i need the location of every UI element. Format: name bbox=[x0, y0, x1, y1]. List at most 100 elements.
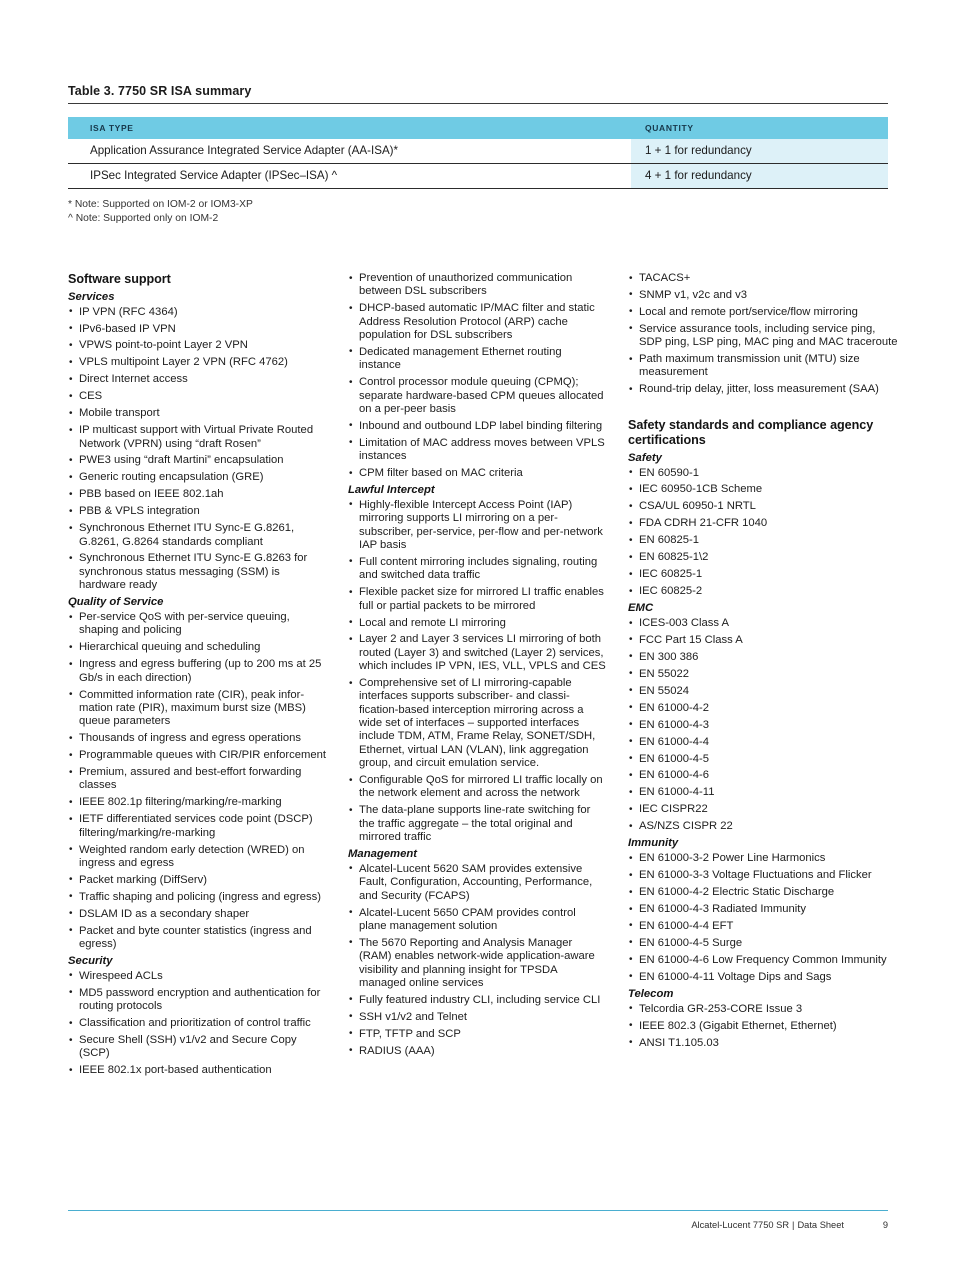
list-item: FCC Part 15 Class A bbox=[628, 633, 898, 651]
list-item: EN 300 386 bbox=[628, 650, 898, 668]
list-item: Prevention of unauthorized communication… bbox=[348, 271, 606, 302]
table-notes: * Note: Supported on IOM-2 or IOM3-XP ^ … bbox=[68, 198, 888, 225]
list-item: IEC 60950-1CB Scheme bbox=[628, 483, 898, 500]
section-heading-safety-standards: Safety standards and compliance agency c… bbox=[628, 418, 874, 447]
list-item: AS/NZS CISPR 22 bbox=[628, 820, 898, 837]
list-item: EN 60590-1 bbox=[628, 466, 898, 484]
list-item: Secure Shell (SSH) v1/v2 and Secure Copy… bbox=[68, 1034, 326, 1064]
list-item: DHCP-based automatic IP/MAC filter and s… bbox=[348, 302, 606, 346]
group-telecom: Telecom Telcordia GR-253-CORE Issue 3 IE… bbox=[628, 988, 898, 1054]
list-item: IEC 60825-2 bbox=[628, 585, 898, 602]
list-item: SNMP v1, v2c and v3 bbox=[628, 288, 898, 306]
list-item: Path maximum transmission unit (MTU) siz… bbox=[628, 353, 898, 383]
list-item: Full content mirroring includes signalin… bbox=[348, 555, 606, 586]
list-item: Alcatel-Lucent 5650 CPAM provides contro… bbox=[348, 906, 606, 937]
footer-document-name: Alcatel-Lucent 7750 SR bbox=[691, 1220, 790, 1230]
cell-isa-type: IPSec Integrated Service Adapter (IPSec–… bbox=[68, 163, 631, 189]
list-item: IEEE 802.1p filtering/marking/re-marking bbox=[68, 796, 326, 813]
list-item: Highly-flexible Intercept Access Point (… bbox=[348, 498, 606, 556]
list-item: RADIUS (AAA) bbox=[348, 1044, 606, 1062]
list-item: EN 61000-4-5 bbox=[628, 752, 898, 770]
list-item: Hierarchical queuing and scheduling bbox=[68, 641, 326, 658]
list-item: The data-plane supports line-rate switch… bbox=[348, 804, 606, 848]
list-item: IETF differentiated services code point … bbox=[68, 813, 326, 843]
list-telecom: Telcordia GR-253-CORE Issue 3 IEEE 802.3… bbox=[628, 1002, 898, 1054]
subheading-services: Services bbox=[68, 290, 115, 303]
list-item: Alcatel-Lucent 5620 SAM provides extensi… bbox=[348, 862, 606, 907]
list-item: Control processor module queuing (CPMQ);… bbox=[348, 376, 606, 420]
list-item: EN 61000-4-11 bbox=[628, 786, 898, 803]
table-header-row: ISA TYPE QUANTITY bbox=[68, 117, 888, 139]
list-item: IEEE 802.3 (Gigabit Ethernet, Ethernet) bbox=[628, 1019, 898, 1037]
list-item: EN 61000-3-3 Voltage Fluctuations and Fl… bbox=[628, 869, 898, 886]
list-item: EN 55024 bbox=[628, 684, 898, 702]
list-management: Alcatel-Lucent 5620 SAM provides extensi… bbox=[348, 862, 606, 1062]
list-item: ANSI T1.105.03 bbox=[628, 1036, 898, 1054]
subheading-quality-of-service: Quality of Service bbox=[68, 596, 164, 609]
list-item: Weighted random early detection (WRED) o… bbox=[68, 843, 326, 874]
list-item: EN 60825-1 bbox=[628, 534, 898, 551]
list-item: Layer 2 and Layer 3 services LI mirrorin… bbox=[348, 633, 606, 677]
group-quality-of-service: Quality of Service Per-service QoS with … bbox=[68, 596, 326, 955]
cell-quantity: 1 + 1 for redundancy bbox=[631, 139, 888, 164]
list-item: VPLS multipoint Layer 2 VPN (RFC 4762) bbox=[68, 356, 326, 373]
list-item: Packet marking (DiffServ) bbox=[68, 873, 326, 891]
list-immunity: EN 61000-3-2 Power Line Harmonics EN 610… bbox=[628, 852, 898, 988]
page-footer: Alcatel-Lucent 7750 SR | Data Sheet 9 bbox=[68, 1210, 888, 1230]
list-security: Wirespeed ACLs MD5 password encryption a… bbox=[68, 969, 326, 1081]
list-item: Mobile transport bbox=[68, 407, 326, 424]
group-management: Management Alcatel-Lucent 5620 SAM provi… bbox=[348, 848, 606, 1062]
list-emc: ICES-003 Class A FCC Part 15 Class A EN … bbox=[628, 617, 898, 837]
cell-quantity: 4 + 1 for redundancy bbox=[631, 163, 888, 189]
list-item: FDA CDRH 21-CFR 1040 bbox=[628, 517, 898, 534]
list-item: The 5670 Reporting and Analysis Manager … bbox=[348, 936, 606, 994]
list-item: Flexible packet size for mirrored LI tra… bbox=[348, 586, 606, 616]
list-item: Per-service QoS with per-service queuing… bbox=[68, 611, 326, 641]
list-item: Thousands of ingress and egress operatio… bbox=[68, 732, 326, 749]
list-services: IP VPN (RFC 4364) IPv6-based IP VPN VPWS… bbox=[68, 305, 326, 597]
list-item: Synchronous Ethernet ITU Sync-E G.8261, … bbox=[68, 522, 326, 552]
table-row: Application Assurance Integrated Service… bbox=[68, 139, 888, 164]
group-emc: EMC ICES-003 Class A FCC Part 15 Class A… bbox=[628, 602, 898, 837]
isa-summary-table: ISA TYPE QUANTITY Application Assurance … bbox=[68, 117, 888, 189]
footer-document-type: Data Sheet bbox=[797, 1220, 844, 1230]
list-item: EN 55022 bbox=[628, 667, 898, 685]
list-item: Classification and prioritization of con… bbox=[68, 1017, 326, 1034]
list-item: IP VPN (RFC 4364) bbox=[68, 305, 326, 323]
list-item: MD5 password encryption and authenticati… bbox=[68, 986, 326, 1017]
list-item: Ingress and egress buffering (up to 200 … bbox=[68, 658, 326, 688]
list-item: PBB & VPLS integration bbox=[68, 505, 326, 522]
list-item: Packet and byte counter statistics (ingr… bbox=[68, 924, 326, 955]
list-item: CPM filter based on MAC criteria bbox=[348, 467, 606, 484]
list-item: Limitation of MAC address moves between … bbox=[348, 436, 606, 467]
table-note: ^ Note: Supported only on IOM-2 bbox=[68, 212, 219, 224]
list-item: DSLAM ID as a secondary shaper bbox=[68, 907, 326, 925]
subheading-lawful-intercept: Lawful Intercept bbox=[348, 483, 435, 496]
column-three: TACACS+ SNMP v1, v2c and v3 Local and re… bbox=[628, 272, 898, 1054]
subheading-telecom: Telecom bbox=[628, 987, 674, 1000]
list-item: TACACS+ bbox=[628, 272, 898, 289]
list-item: EN 61000-4-5 Surge bbox=[628, 936, 898, 954]
table-caption: Table 3. 7750 SR ISA summary bbox=[68, 84, 888, 104]
list-item: Service assurance tools, including servi… bbox=[628, 322, 898, 353]
list-item: IEC CISPR22 bbox=[628, 803, 898, 820]
table-note: * Note: Supported on IOM-2 or IOM3-XP bbox=[68, 199, 253, 210]
list-item: EN 61000-4-3 bbox=[628, 718, 898, 736]
subheading-immunity: Immunity bbox=[628, 837, 679, 850]
column-header-quantity: QUANTITY bbox=[631, 117, 888, 139]
list-item: Committed information rate (CIR), peak i… bbox=[68, 688, 326, 733]
list-item: Round-trip delay, jitter, loss measureme… bbox=[628, 383, 898, 400]
document-page: Table 3. 7750 SR ISA summary ISA TYPE QU… bbox=[0, 0, 954, 1272]
list-item: IPv6-based IP VPN bbox=[68, 322, 326, 340]
group-immunity: Immunity EN 61000-3-2 Power Line Harmoni… bbox=[628, 837, 898, 988]
list-item: Inbound and outbound LDP label binding f… bbox=[348, 419, 606, 437]
subheading-safety: Safety bbox=[628, 451, 662, 464]
list-item: EN 61000-4-6 Low Frequency Common Immuni… bbox=[628, 953, 898, 971]
group-lawful-intercept: Lawful Intercept Highly-flexible Interce… bbox=[348, 484, 606, 848]
list-security-continued: Prevention of unauthorized communication… bbox=[348, 271, 606, 484]
list-item: Comprehensive set of LI mirroring-capabl… bbox=[348, 677, 606, 774]
section-heading-software-support: Software support bbox=[68, 272, 171, 286]
column-two: Prevention of unauthorized communication… bbox=[348, 271, 606, 1062]
list-quality-of-service: Per-service QoS with per-service queuing… bbox=[68, 611, 326, 955]
list-item: Dedicated management Ethernet routing in… bbox=[348, 345, 606, 376]
